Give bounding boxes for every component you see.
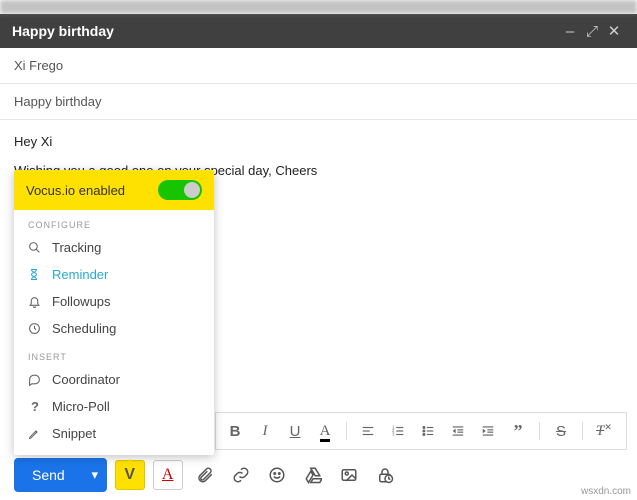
watermark: wsxdn.com — [581, 486, 631, 497]
italic-button[interactable]: I — [252, 418, 278, 444]
vocus-item-label: Scheduling — [52, 321, 116, 336]
send-button[interactable]: Send — [14, 458, 83, 492]
vocus-item-micropoll[interactable]: ? Micro-Poll — [14, 393, 214, 420]
clock-icon — [28, 322, 42, 335]
vocus-item-scheduling[interactable]: Scheduling — [14, 315, 214, 342]
toolbar-divider — [582, 422, 583, 440]
numbered-list-button[interactable]: 123 — [385, 418, 411, 444]
vocus-item-label: Reminder — [52, 267, 108, 282]
underline-button[interactable]: U — [282, 418, 308, 444]
popout-button[interactable]: ⤢ — [581, 23, 603, 40]
attach-icon[interactable] — [191, 461, 219, 489]
vocus-item-label: Micro-Poll — [52, 399, 110, 414]
toolbar-divider — [539, 422, 540, 440]
vocus-item-label: Snippet — [52, 426, 96, 441]
vocus-header: Vocus.io enabled — [14, 170, 214, 210]
close-button[interactable]: ✕ — [603, 22, 625, 40]
vocus-item-label: Coordinator — [52, 372, 120, 387]
bold-button[interactable]: B — [222, 418, 248, 444]
toolbar-divider — [346, 422, 347, 440]
question-icon: ? — [28, 399, 42, 414]
vocus-item-tracking[interactable]: Tracking — [14, 234, 214, 261]
body-greeting: Hey Xi — [14, 130, 623, 153]
chat-icon — [28, 373, 42, 386]
compose-titlebar: Happy birthday – ⤢ ✕ — [0, 14, 637, 48]
send-more-button[interactable]: ▾ — [83, 458, 107, 492]
link-icon[interactable] — [227, 461, 255, 489]
hourglass-icon — [28, 268, 42, 281]
to-field[interactable]: Xi Frego — [0, 48, 637, 84]
bullet-list-button[interactable] — [415, 418, 441, 444]
photo-icon[interactable] — [335, 461, 363, 489]
clear-format-button[interactable]: T✕ — [591, 418, 617, 444]
indent-less-button[interactable] — [445, 418, 471, 444]
bottom-bar: Send ▾ V A — [0, 450, 637, 500]
vocus-section-insert: INSERT — [14, 342, 214, 366]
vocus-item-snippet[interactable]: Snippet — [14, 420, 214, 447]
vocus-toggle[interactable] — [158, 180, 202, 200]
align-button[interactable] — [355, 418, 381, 444]
vocus-section-configure: CONFIGURE — [14, 210, 214, 234]
pencil-icon — [28, 428, 42, 440]
drive-icon[interactable] — [299, 461, 327, 489]
minimize-button[interactable]: – — [559, 23, 581, 40]
svg-text:3: 3 — [392, 432, 395, 437]
text-color-button[interactable]: A — [312, 418, 338, 444]
vocus-panel: Vocus.io enabled CONFIGURE Tracking Remi… — [14, 170, 214, 455]
emoji-icon[interactable] — [263, 461, 291, 489]
vocus-item-followups[interactable]: Followups — [14, 288, 214, 315]
indent-more-button[interactable] — [475, 418, 501, 444]
font-icon[interactable]: A — [153, 460, 183, 490]
vocus-item-reminder[interactable]: Reminder — [14, 261, 214, 288]
search-icon — [28, 241, 42, 254]
strikethrough-button[interactable]: S — [548, 418, 574, 444]
lock-timer-icon[interactable] — [371, 461, 399, 489]
format-toolbar: B I U A 123 ” S T✕ — [215, 412, 627, 450]
subject-field[interactable]: Happy birthday — [0, 84, 637, 120]
bell-icon — [28, 295, 42, 308]
quote-button[interactable]: ” — [505, 418, 531, 444]
vocus-icon[interactable]: V — [115, 460, 145, 490]
vocus-header-label: Vocus.io enabled — [26, 183, 125, 198]
vocus-item-label: Followups — [52, 294, 111, 309]
vocus-item-label: Tracking — [52, 240, 101, 255]
vocus-item-coordinator[interactable]: Coordinator — [14, 366, 214, 393]
window-title: Happy birthday — [12, 23, 559, 39]
